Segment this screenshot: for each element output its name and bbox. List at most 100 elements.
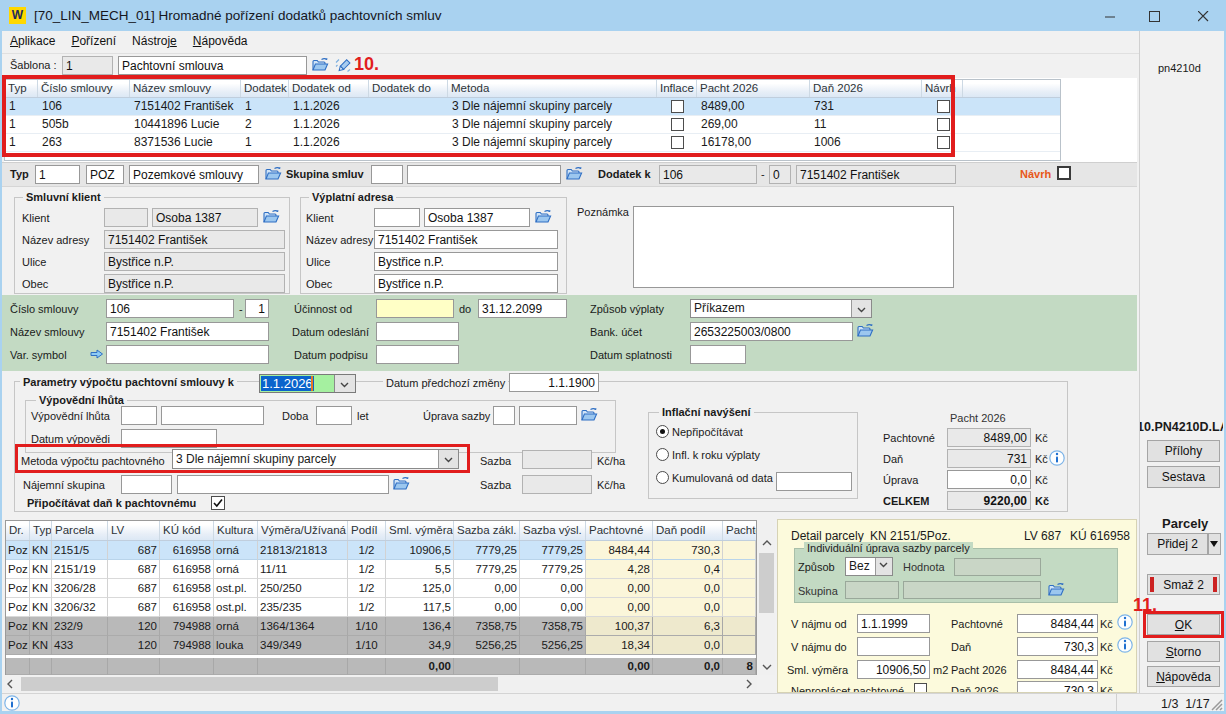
cislo-poradi-input[interactable] — [245, 299, 269, 318]
bank-ucet-input[interactable] — [690, 322, 853, 341]
skupina-name-input[interactable] — [407, 165, 561, 184]
parametry-k-datum-combo[interactable]: 1.1.2026 — [259, 374, 356, 393]
va-ulice-input[interactable] — [374, 252, 558, 271]
hscroll-thumb[interactable] — [21, 677, 498, 691]
skupina-folder-icon[interactable] — [1048, 582, 1065, 597]
va-klient-folder-icon[interactable] — [535, 209, 552, 224]
scroll-left-icon[interactable] — [2, 676, 19, 692]
skupina-folder-icon[interactable] — [566, 166, 583, 181]
storno-button[interactable]: Storno — [1147, 641, 1220, 662]
skupina-code-input[interactable] — [371, 165, 403, 184]
parcels-col-header[interactable]: Sml. výměra — [386, 521, 454, 540]
typ-folder-icon[interactable] — [265, 166, 282, 181]
parcels-col-header[interactable]: Kultura — [214, 521, 258, 540]
uprava-sazby-code-input[interactable] — [493, 406, 515, 425]
ucinnost-do-input[interactable] — [478, 299, 567, 318]
inflace-radio[interactable] — [656, 448, 669, 461]
contracts-col-header[interactable] — [963, 80, 1060, 97]
datum-podpisu-input[interactable] — [376, 345, 459, 364]
parcels-row[interactable]: PozKN2151/19687616958orná11/111/25,57779… — [6, 560, 756, 579]
cislo-smlouvy-input[interactable] — [106, 299, 234, 318]
zpusob-vyplaty-select[interactable]: Příkazem — [690, 299, 872, 318]
najemni-skupina-folder-icon[interactable] — [393, 476, 410, 491]
parcels-col-header[interactable]: Daň podíl — [653, 521, 723, 540]
parcels-col-header[interactable]: Pachtovné — [586, 521, 653, 540]
kumulovana-datum-input[interactable] — [776, 472, 852, 491]
scroll-down-icon[interactable] — [758, 658, 775, 675]
doba-input[interactable] — [316, 406, 352, 425]
parcels-table[interactable]: Dr.TypParcelaLVKÚ kódKulturaVýměra/Užíva… — [5, 520, 757, 675]
parcels-col-header[interactable]: Dr. — [6, 521, 30, 540]
neproplacet-checkbox[interactable] — [914, 683, 927, 693]
uprava-sazby-folder-icon[interactable] — [581, 407, 598, 422]
pridej-dropdown-button[interactable] — [1208, 533, 1221, 555]
close-button[interactable] — [1181, 0, 1226, 31]
resize-grip-icon[interactable] — [1210, 698, 1223, 711]
menu-nastroje[interactable]: Nástroje — [124, 31, 185, 53]
najemni-skupina-name-input[interactable] — [177, 475, 389, 494]
datum-splatnosti-input[interactable] — [690, 345, 746, 364]
prilohy-button[interactable]: Přílohy — [1147, 440, 1220, 462]
parcels-row[interactable]: PozKN3206/32687616958ost.pl.235/2351/211… — [6, 598, 756, 617]
sk-klient-folder-icon[interactable] — [263, 209, 280, 224]
vypovedni-lhuta-code-input[interactable] — [121, 406, 157, 425]
status-info-icon[interactable] — [4, 695, 20, 711]
var-symbol-arrow-icon[interactable] — [90, 348, 104, 360]
parcels-row[interactable]: PozKN433120794988louka349/3491/1034,9525… — [6, 636, 756, 655]
template-name-input[interactable] — [118, 56, 307, 75]
pacht-row-input[interactable] — [947, 470, 1031, 489]
zpusob-vyplaty-dropdown-icon[interactable] — [851, 300, 871, 317]
typ-short-input[interactable] — [86, 165, 124, 184]
va-nazev-input[interactable] — [374, 230, 558, 249]
scroll-right-icon[interactable] — [740, 676, 757, 692]
menu-napoveda[interactable]: Nápověda — [185, 31, 256, 53]
pridej-button[interactable]: Přidej 2 — [1147, 533, 1208, 555]
scroll-up-icon[interactable] — [758, 534, 775, 551]
parcels-hscrollbar[interactable] — [2, 676, 757, 692]
parcels-col-header[interactable]: KÚ kód — [160, 521, 214, 540]
bank-ucet-folder-icon[interactable] — [857, 323, 874, 338]
parcels-col-header[interactable]: Sazba zákl. — [454, 521, 520, 540]
vscroll-thumb[interactable] — [759, 553, 774, 613]
parametry-k-datum-dropdown-icon[interactable] — [334, 375, 355, 392]
typ-code-input[interactable] — [35, 165, 80, 184]
smaz-button[interactable]: Smaž 2 — [1147, 574, 1220, 595]
open-template-folder-icon[interactable] — [312, 57, 329, 72]
parcels-col-header[interactable]: Typ — [30, 521, 52, 540]
parcels-row[interactable]: PozKN3206/28687616958ost.pl.250/2501/212… — [6, 579, 756, 598]
uprava-sazby-name-input[interactable] — [519, 406, 577, 425]
navrh-checkbox[interactable] — [1057, 166, 1071, 180]
parcels-col-header[interactable]: Výměra/Užívaná — [258, 521, 348, 540]
nazev-smlouvy-input[interactable] — [106, 322, 269, 341]
sestava-button[interactable]: Sestava — [1147, 466, 1220, 488]
parcels-row[interactable]: PozKN232/9120794988orná1364/13641/10136,… — [6, 617, 756, 636]
pachtovne-info-icon[interactable] — [1117, 614, 1133, 630]
menu-aplikace[interactable]: Aplikace — [2, 31, 63, 53]
parcels-col-header[interactable]: Sazba výsl. — [520, 521, 586, 540]
parcels-row[interactable]: PozKN2151/5687616958orná21813/218131/210… — [6, 541, 756, 560]
pripocitavat-dan-checkbox[interactable] — [211, 496, 225, 510]
napoveda-button[interactable]: Nápověda — [1147, 666, 1220, 687]
va-klient-name-input[interactable] — [424, 208, 530, 227]
typ-name-input[interactable] — [129, 165, 259, 184]
minimize-button[interactable] — [1088, 0, 1133, 31]
edit-template-icon[interactable] — [335, 58, 351, 73]
inflace-radio[interactable] — [656, 425, 669, 438]
parcels-vscrollbar[interactable] — [758, 520, 775, 675]
ucinnost-od-input[interactable] — [376, 299, 454, 318]
parcels-col-header[interactable]: LV — [108, 521, 160, 540]
dan-info-icon[interactable] — [1117, 637, 1133, 653]
template-number-input[interactable] — [62, 56, 113, 75]
va-obec-input[interactable] — [374, 274, 558, 293]
parcels-col-header[interactable]: Parcela — [52, 521, 108, 540]
najem-do-input[interactable] — [857, 637, 930, 656]
parcels-col-header[interactable]: Pachto — [723, 521, 756, 540]
dan-info-icon[interactable] — [1049, 450, 1065, 466]
inflace-radio[interactable] — [656, 471, 669, 484]
maximize-button[interactable] — [1132, 0, 1177, 31]
najem-od-input[interactable] — [857, 614, 930, 633]
ok-button[interactable]: OK — [1147, 614, 1220, 635]
zpusob-dropdown-icon[interactable] — [875, 558, 892, 575]
parcels-col-header[interactable]: Podíl — [348, 521, 386, 540]
va-klient-code-input[interactable] — [374, 208, 420, 227]
